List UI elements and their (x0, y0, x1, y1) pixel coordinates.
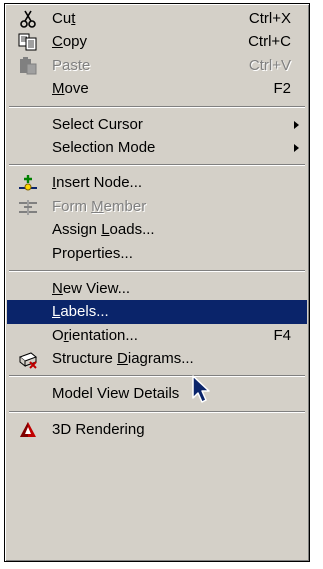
menu-separator (7, 159, 307, 171)
menu-separator (7, 265, 307, 277)
menu-item-label: Copy (52, 33, 88, 51)
menu-item-label: Insert Node... (52, 174, 143, 192)
menu-item-labels[interactable]: Labels... (7, 300, 307, 324)
menu-separator (7, 101, 307, 113)
menu-item-shortcut: F2 (273, 80, 291, 98)
copy-icon (17, 32, 39, 52)
menu-item-insert-node[interactable]: Insert Node... (7, 171, 307, 194)
menu-item-shortcut: Ctrl+X (248, 10, 291, 27)
menu-item-3d-rendering[interactable]: 3D Rendering (7, 418, 307, 441)
menu-item-orientation[interactable]: Orientation... F4 (7, 324, 307, 347)
menu-item-label: Form Member (52, 197, 147, 215)
menu-item-shortcut: Ctrl+V (248, 56, 291, 74)
menu-item-label: Select Cursor (52, 115, 143, 133)
menu-item-label: Structure Diagrams... (52, 350, 194, 368)
menu-item-select-cursor[interactable]: Select Cursor (7, 113, 307, 136)
3d-rendering-icon (17, 420, 39, 440)
menu-item-copy[interactable]: Copy Ctrl+C (7, 30, 307, 53)
submenu-arrow-icon (294, 143, 299, 152)
insert-node-icon (17, 173, 39, 193)
scissors-icon (17, 9, 39, 29)
menu-item-label: Model View Details (52, 385, 180, 403)
menu-item-label: Selection Mode (52, 138, 156, 156)
menu-item-label: Cut (52, 10, 76, 27)
context-menu: Cut Ctrl+X Copy Ctrl+C Paste Ctrl+V Move F2 Sele… (4, 3, 310, 562)
menu-item-selection-mode[interactable]: Selection Mode (7, 136, 307, 159)
menu-separator (7, 370, 307, 382)
menu-item-label: Paste (52, 56, 91, 74)
menu-item-label: Move (52, 80, 89, 98)
menu-item-structure-diagrams[interactable]: Structure Diagrams... (7, 347, 307, 370)
menu-item-label: Labels... (52, 303, 109, 321)
structure-diagrams-icon (17, 349, 39, 369)
menu-item-form-member: Form Member (7, 195, 307, 218)
menu-item-label: Orientation... (52, 326, 138, 344)
paste-icon (17, 56, 39, 76)
menu-item-move[interactable]: Move F2 (7, 77, 307, 100)
menu-item-label: Properties... (52, 244, 133, 262)
menu-item-paste: Paste Ctrl+V (7, 54, 307, 77)
menu-item-new-view[interactable]: New View... (7, 277, 307, 300)
menu-item-label: New View... (52, 279, 131, 297)
menu-item-shortcut: F4 (273, 326, 291, 344)
menu-item-shortcut: Ctrl+C (248, 33, 291, 51)
mouse-pointer-icon (192, 375, 210, 403)
menu-item-label: Assign Loads... (52, 221, 155, 239)
menu-item-cut[interactable]: Cut Ctrl+X (7, 7, 307, 30)
submenu-arrow-icon (294, 120, 299, 129)
menu-separator (7, 406, 307, 418)
form-member-icon (17, 197, 39, 217)
menu-item-model-view-details[interactable]: Model View Details (7, 382, 307, 405)
menu-item-assign-loads[interactable]: Assign Loads... (7, 218, 307, 241)
menu-item-properties[interactable]: Properties... (7, 242, 307, 265)
menu-item-label: 3D Rendering (52, 420, 145, 438)
